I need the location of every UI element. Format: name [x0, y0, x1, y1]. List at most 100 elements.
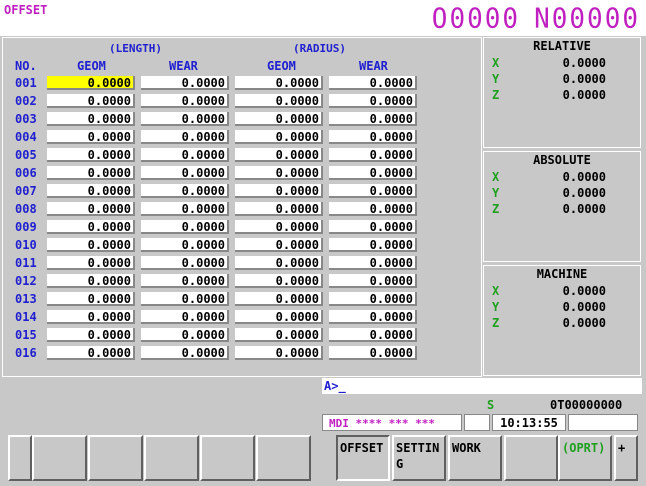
offset-cell[interactable]: 0.0000 — [47, 148, 135, 162]
offset-cell[interactable]: 0.0000 — [235, 184, 323, 198]
no-header: NO. — [15, 59, 37, 73]
geom-length-header: GEOM — [77, 59, 106, 73]
softkey-offset[interactable]: OFFSET — [336, 435, 390, 481]
offset-cell[interactable]: 0.0000 — [47, 310, 135, 324]
softkey-blank[interactable] — [32, 435, 87, 481]
panel-title: ABSOLUTE — [533, 153, 591, 167]
offset-cell[interactable]: 0.0000 — [141, 76, 229, 90]
offset-cell[interactable]: 0.0000 — [141, 274, 229, 288]
offset-cell[interactable]: 0.0000 — [235, 274, 323, 288]
screen-title: OFFSET — [4, 3, 48, 17]
offset-cell[interactable]: 0.0000 — [235, 166, 323, 180]
input-buffer[interactable]: A>_ — [322, 378, 642, 394]
offset-cell[interactable]: 0.0000 — [141, 310, 229, 324]
softkey-work[interactable]: WORK — [448, 435, 502, 481]
offset-cell[interactable]: 0.0000 — [47, 76, 135, 90]
offset-cell[interactable]: 0.0000 — [235, 328, 323, 342]
softkey-next[interactable]: + — [614, 435, 638, 481]
softkey-blank[interactable] — [200, 435, 255, 481]
offset-cell[interactable]: 0.0000 — [329, 328, 417, 342]
panel-title: MACHINE — [536, 267, 588, 281]
offset-cell[interactable]: 0.0000 — [141, 130, 229, 144]
offset-cell[interactable]: 0.0000 — [141, 328, 229, 342]
offset-cell[interactable]: 0.0000 — [47, 202, 135, 216]
row-number: 006 — [15, 166, 37, 180]
offset-cell[interactable]: 0.0000 — [141, 202, 229, 216]
offset-cell[interactable]: 0.0000 — [329, 148, 417, 162]
offset-cell[interactable]: 0.0000 — [47, 256, 135, 270]
offset-cell[interactable]: 0.0000 — [141, 112, 229, 126]
offset-cell[interactable]: 0.0000 — [47, 94, 135, 108]
softkey-setting[interactable]: SETTING — [392, 435, 446, 481]
offset-cell[interactable]: 0.0000 — [141, 184, 229, 198]
offset-cell[interactable]: 0.0000 — [329, 274, 417, 288]
offset-cell[interactable]: 0.0000 — [235, 220, 323, 234]
softkey-blank[interactable] — [256, 435, 311, 481]
offset-cell[interactable]: 0.0000 — [235, 292, 323, 306]
message-area — [2, 379, 318, 433]
offset-cell[interactable]: 0.0000 — [329, 220, 417, 234]
offset-cell[interactable]: 0.0000 — [141, 256, 229, 270]
offset-table: (LENGTH) (RADIUS) NO. GEOM WEAR GEOM WEA… — [2, 37, 482, 377]
offset-cell[interactable]: 0.0000 — [235, 112, 323, 126]
offset-cell[interactable]: 0.0000 — [235, 94, 323, 108]
axis-value: 0.0000 — [562, 284, 606, 298]
offset-cell[interactable]: 0.0000 — [47, 112, 135, 126]
status-bar: MDI **** *** *** 10:13:55 — [322, 414, 642, 432]
status-blank-2 — [568, 414, 638, 431]
offset-cell[interactable]: 0.0000 — [329, 310, 417, 324]
row-number: 013 — [15, 292, 37, 306]
offset-cell[interactable]: 0.0000 — [47, 238, 135, 252]
offset-cell[interactable]: 0.0000 — [47, 184, 135, 198]
header-bar: OFFSET O0000 N00000 — [0, 0, 646, 36]
axis-label: Z — [492, 316, 500, 330]
offset-cell[interactable]: 0.0000 — [141, 292, 229, 306]
offset-cell[interactable]: 0.0000 — [235, 238, 323, 252]
offset-cell[interactable]: 0.0000 — [235, 310, 323, 324]
sequence-number: N00000 — [534, 3, 640, 35]
offset-cell[interactable]: 0.0000 — [141, 238, 229, 252]
axis-value: 0.0000 — [562, 56, 606, 70]
position-panel-relative: RELATIVE X 0.0000 Y 0.0000 Z 0.0000 — [483, 37, 641, 148]
softkey-blank[interactable] — [88, 435, 143, 481]
offset-cell[interactable]: 0.0000 — [329, 256, 417, 270]
offset-cell[interactable]: 0.0000 — [47, 346, 135, 360]
offset-cell[interactable]: 0.0000 — [141, 346, 229, 360]
offset-cell[interactable]: 0.0000 — [329, 292, 417, 306]
softkey-oprt[interactable]: (OPRT) — [558, 435, 612, 481]
offset-cell[interactable]: 0.0000 — [235, 346, 323, 360]
row-number: 007 — [15, 184, 37, 198]
offset-cell[interactable]: 0.0000 — [329, 184, 417, 198]
offset-cell[interactable]: 0.0000 — [329, 76, 417, 90]
offset-cell[interactable]: 0.0000 — [329, 346, 417, 360]
offset-cell[interactable]: 0.0000 — [329, 166, 417, 180]
offset-cell[interactable]: 0.0000 — [141, 166, 229, 180]
program-number: O0000 — [431, 3, 521, 35]
row-number: 001 — [15, 76, 37, 90]
offset-cell[interactable]: 0.0000 — [329, 94, 417, 108]
offset-cell[interactable]: 0.0000 — [141, 94, 229, 108]
axis-value: 0.0000 — [562, 72, 606, 86]
offset-cell[interactable]: 0.0000 — [235, 202, 323, 216]
offset-cell[interactable]: 0.0000 — [329, 130, 417, 144]
offset-cell[interactable]: 0.0000 — [235, 148, 323, 162]
offset-cell[interactable]: 0.0000 — [235, 256, 323, 270]
row-number: 011 — [15, 256, 37, 270]
offset-cell[interactable]: 0.0000 — [329, 202, 417, 216]
offset-cell[interactable]: 0.0000 — [235, 130, 323, 144]
offset-cell[interactable]: 0.0000 — [47, 292, 135, 306]
offset-cell[interactable]: 0.0000 — [47, 130, 135, 144]
offset-cell[interactable]: 0.0000 — [329, 112, 417, 126]
offset-cell[interactable]: 0.0000 — [47, 166, 135, 180]
offset-cell[interactable]: 0.0000 — [141, 220, 229, 234]
offset-cell[interactable]: 0.0000 — [329, 238, 417, 252]
row-number: 016 — [15, 346, 37, 360]
offset-cell[interactable]: 0.0000 — [47, 220, 135, 234]
offset-cell[interactable]: 0.0000 — [235, 76, 323, 90]
softkey-blank[interactable] — [504, 435, 558, 481]
softkey-blank[interactable] — [8, 435, 32, 481]
offset-cell[interactable]: 0.0000 — [47, 328, 135, 342]
offset-cell[interactable]: 0.0000 — [47, 274, 135, 288]
softkey-blank[interactable] — [144, 435, 199, 481]
offset-cell[interactable]: 0.0000 — [141, 148, 229, 162]
